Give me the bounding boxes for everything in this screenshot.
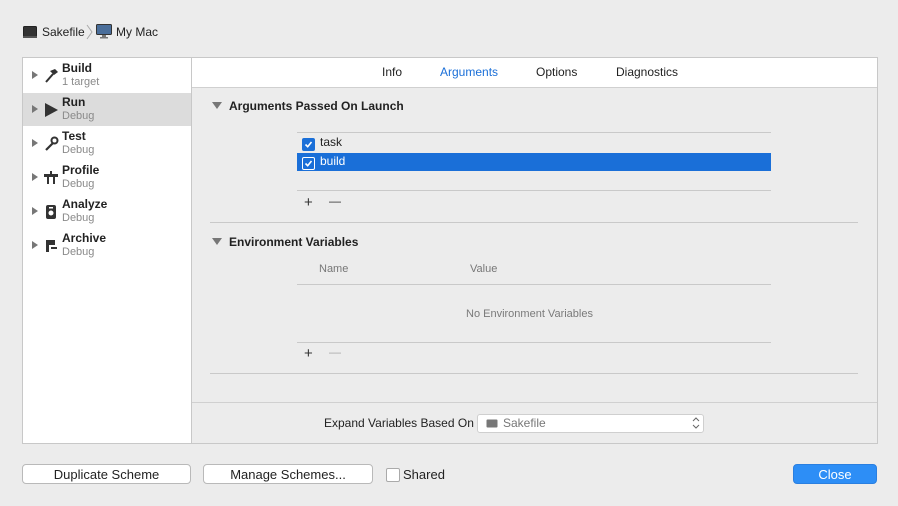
column-header-name[interactable]: Name: [319, 263, 348, 275]
argument-row[interactable]: task: [297, 134, 771, 152]
argument-label[interactable]: task: [320, 135, 342, 149]
breadcrumb-destination[interactable]: My Mac: [116, 25, 158, 39]
popup-stepper-icon: [692, 417, 700, 429]
tab-options[interactable]: Options: [536, 65, 577, 79]
scheme-editor-panel: Info Arguments Options Diagnostics Argum…: [191, 57, 878, 444]
sidebar-item-title: Archive: [62, 231, 107, 245]
table-top-divider: [297, 132, 771, 133]
arguments-section-title: Arguments Passed On Launch: [229, 99, 404, 113]
disclosure-triangle-icon[interactable]: [32, 173, 38, 181]
instruments-icon: [43, 170, 59, 186]
analyze-icon: [43, 204, 59, 220]
disclosure-triangle-icon[interactable]: [32, 207, 38, 215]
breadcrumb-separator-icon: [86, 24, 93, 40]
manage-schemes-button[interactable]: Manage Schemes...: [203, 464, 373, 484]
remove-env-variable-button: —: [329, 345, 341, 359]
tab-bar: Info Arguments Options Diagnostics: [192, 58, 877, 88]
panel-footer-divider: [192, 402, 877, 403]
wrench-icon: [43, 136, 59, 152]
sidebar-item-subtitle: Debug: [62, 144, 95, 156]
archive-icon: [43, 238, 59, 254]
sidebar-item-subtitle: 1 target: [62, 76, 100, 88]
tab-diagnostics[interactable]: Diagnostics: [616, 65, 678, 79]
sidebar-item-subtitle: Debug: [62, 212, 95, 224]
hammer-icon: [43, 68, 59, 84]
checkbox-checked-icon[interactable]: [302, 138, 315, 151]
breadcrumb-project[interactable]: Sakefile: [42, 25, 85, 39]
sidebar-item-title: Build: [62, 61, 92, 75]
expand-variables-popup[interactable]: Sakefile: [477, 414, 704, 433]
sidebar-item-subtitle: Debug: [62, 110, 95, 122]
tab-info[interactable]: Info: [382, 65, 402, 79]
sidebar-item-title: Run: [62, 95, 86, 109]
sidebar-item-title: Analyze: [62, 197, 108, 211]
table-bottom-divider: [297, 190, 771, 191]
sidebar-item-archive[interactable]: Archive Debug: [23, 229, 192, 262]
expand-variables-label: Expand Variables Based On: [324, 416, 474, 430]
disclosure-triangle-icon[interactable]: [32, 71, 38, 79]
sidebar-item-build[interactable]: Build 1 target: [23, 59, 192, 92]
column-header-value[interactable]: Value: [470, 263, 497, 275]
disclosure-triangle-icon[interactable]: [32, 241, 38, 249]
terminal-icon: [23, 26, 37, 38]
sidebar-item-subtitle: Debug: [62, 178, 95, 190]
play-icon: [43, 102, 59, 118]
tab-arguments[interactable]: Arguments: [440, 65, 498, 79]
close-button[interactable]: Close: [793, 464, 877, 484]
table-bottom-divider: [297, 342, 771, 343]
section-disclosure-icon[interactable]: [212, 238, 222, 245]
popup-value: Sakefile: [503, 416, 546, 430]
sidebar-item-profile[interactable]: Profile Debug: [23, 161, 192, 194]
checkbox-checked-icon[interactable]: [302, 157, 315, 170]
duplicate-scheme-button[interactable]: Duplicate Scheme: [22, 464, 191, 484]
env-section-title: Environment Variables: [229, 235, 359, 249]
scheme-action-sidebar: Build 1 target Run Debug Test Debug Prof…: [22, 57, 193, 444]
shared-checkbox[interactable]: [386, 468, 400, 482]
argument-label[interactable]: build: [320, 154, 345, 168]
sidebar-item-title: Test: [62, 129, 86, 143]
section-disclosure-icon[interactable]: [212, 102, 222, 109]
section-divider: [210, 222, 858, 223]
sidebar-item-run[interactable]: Run Debug: [23, 93, 192, 126]
shared-label[interactable]: Shared: [403, 467, 445, 482]
scheme-toolbar: Sakefile My Mac: [0, 0, 898, 56]
add-argument-button[interactable]: +: [304, 194, 313, 211]
add-env-variable-button[interactable]: +: [304, 345, 313, 362]
table-header-divider: [297, 284, 771, 285]
terminal-icon: [486, 418, 498, 428]
sidebar-item-test[interactable]: Test Debug: [23, 127, 192, 160]
sidebar-item-title: Profile: [62, 163, 100, 177]
disclosure-triangle-icon[interactable]: [32, 105, 38, 113]
remove-argument-button[interactable]: —: [329, 194, 341, 208]
sidebar-item-analyze[interactable]: Analyze Debug: [23, 195, 192, 228]
mac-icon: [96, 24, 112, 39]
disclosure-triangle-icon[interactable]: [32, 139, 38, 147]
section-divider: [210, 373, 858, 374]
sidebar-item-subtitle: Debug: [62, 246, 95, 258]
argument-row-selected[interactable]: build: [297, 153, 771, 171]
empty-table-message: No Environment Variables: [466, 308, 593, 320]
